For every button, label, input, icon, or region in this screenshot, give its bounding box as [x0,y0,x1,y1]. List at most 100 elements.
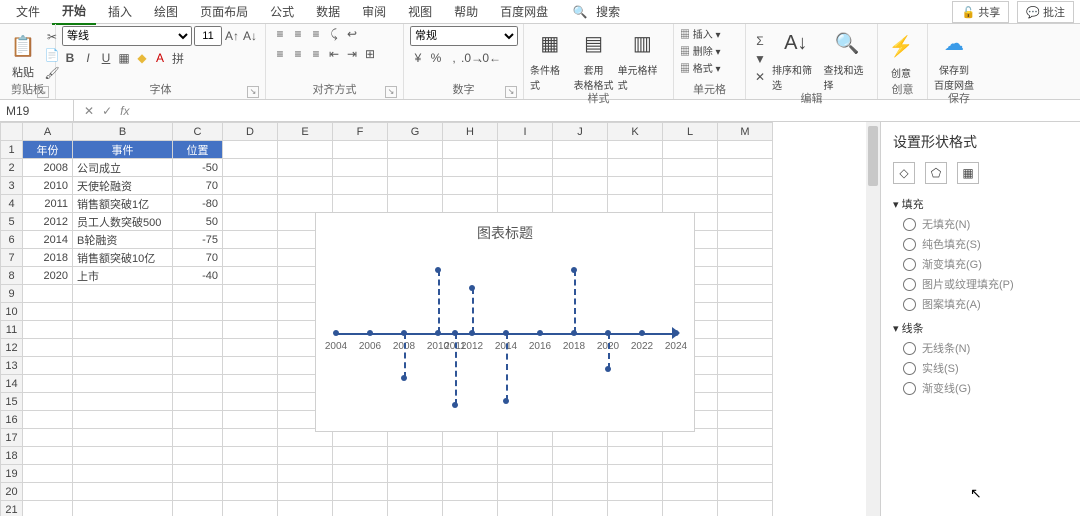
save-baidu-button[interactable]: ☁保存到 百度网盘 [934,26,974,92]
col-header-D[interactable]: D [223,123,278,141]
cell-J20[interactable] [553,483,608,501]
fill-option-4[interactable]: 图案填充(A) [903,296,1068,312]
cell-M4[interactable] [718,195,773,213]
cell-K4[interactable] [608,195,663,213]
comma-icon[interactable]: , [446,50,462,66]
cell-M3[interactable] [718,177,773,195]
cell-I4[interactable] [498,195,553,213]
cell-B21[interactable] [73,501,173,516]
cell-J4[interactable] [553,195,608,213]
worksheet[interactable]: ABCDEFGHIJKLM1年份事件位置22008公司成立-5032010天使轮… [0,122,880,516]
cell-B10[interactable] [73,303,173,321]
cell-C14[interactable] [173,375,223,393]
row-header-8[interactable]: 8 [1,267,23,285]
pane-tab-effects-icon[interactable]: ⬠ [925,162,947,184]
cell-H18[interactable] [443,447,498,465]
cell-M8[interactable] [718,267,773,285]
search-label[interactable]: 搜索 [590,0,626,24]
align-middle-icon[interactable]: ≡ [290,26,306,42]
cell-A11[interactable] [23,321,73,339]
row-header-11[interactable]: 11 [1,321,23,339]
cell-B4[interactable]: 销售额突破1亿 [73,195,173,213]
select-all-button[interactable] [1,123,23,141]
name-box[interactable]: M19 [0,100,74,121]
col-header-G[interactable]: G [388,123,443,141]
row-header-17[interactable]: 17 [1,429,23,447]
decrease-decimal-icon[interactable]: .0← [482,50,498,66]
cell-F20[interactable] [333,483,388,501]
share-button[interactable]: 🔓 共享 [952,1,1009,23]
cell-C2[interactable]: -50 [173,159,223,177]
cell-C1[interactable]: 位置 [173,141,223,159]
cell-B19[interactable] [73,465,173,483]
cell-B15[interactable] [73,393,173,411]
cell-G4[interactable] [388,195,443,213]
cell-M16[interactable] [718,411,773,429]
cell-D16[interactable] [223,411,278,429]
cell-L21[interactable] [663,501,718,516]
cell-D1[interactable] [223,141,278,159]
col-header-J[interactable]: J [553,123,608,141]
cell-C15[interactable] [173,393,223,411]
cell-A21[interactable] [23,501,73,516]
cell-J1[interactable] [553,141,608,159]
cell-F1[interactable] [333,141,388,159]
cell-I20[interactable] [498,483,553,501]
cell-C13[interactable] [173,357,223,375]
cell-E2[interactable] [278,159,333,177]
align-left-icon[interactable]: ≡ [272,46,288,62]
fill-color-icon[interactable]: ◆ [134,50,150,66]
font-name-select[interactable]: 等线 [62,26,192,46]
cell-M12[interactable] [718,339,773,357]
cell-A19[interactable] [23,465,73,483]
sort-filter-button[interactable]: A↓排序和筛选 [772,26,820,92]
chart-stem[interactable] [472,288,474,333]
cell-C11[interactable] [173,321,223,339]
row-header-3[interactable]: 3 [1,177,23,195]
cell-G1[interactable] [388,141,443,159]
row-header-7[interactable]: 7 [1,249,23,267]
cell-M21[interactable] [718,501,773,516]
clear-icon[interactable]: ✕ [752,69,768,85]
cell-I3[interactable] [498,177,553,195]
vertical-scrollbar[interactable] [866,122,880,516]
tab-data[interactable]: 数据 [306,0,350,24]
cell-L1[interactable] [663,141,718,159]
currency-icon[interactable]: ¥ [410,50,426,66]
fill-option-3[interactable]: 图片或纹理填充(P) [903,276,1068,292]
fill-option-1[interactable]: 纯色填充(S) [903,236,1068,252]
line-section-toggle[interactable]: ▾ 线条 [893,320,1068,336]
cell-H19[interactable] [443,465,498,483]
cell-B20[interactable] [73,483,173,501]
cell-M2[interactable] [718,159,773,177]
col-header-I[interactable]: I [498,123,553,141]
cell-C10[interactable] [173,303,223,321]
tab-draw[interactable]: 绘图 [144,0,188,24]
cell-H20[interactable] [443,483,498,501]
cell-K2[interactable] [608,159,663,177]
cell-C3[interactable]: 70 [173,177,223,195]
cell-M10[interactable] [718,303,773,321]
cell-G20[interactable] [388,483,443,501]
increase-decimal-icon[interactable]: .0→ [464,50,480,66]
pane-tab-fill-icon[interactable]: ◇ [893,162,915,184]
phonetic-icon[interactable]: 拼 [170,50,186,66]
decrease-font-icon[interactable]: A↓ [242,28,258,44]
cell-D7[interactable] [223,249,278,267]
row-header-5[interactable]: 5 [1,213,23,231]
col-header-C[interactable]: C [173,123,223,141]
cell-C5[interactable]: 50 [173,213,223,231]
format-cells-button[interactable]: ▦ 格式 ▾ [680,60,721,75]
row-header-14[interactable]: 14 [1,375,23,393]
cell-M9[interactable] [718,285,773,303]
cell-C12[interactable] [173,339,223,357]
table-format-button[interactable]: ▤套用 表格格式 [574,26,614,92]
cell-A7[interactable]: 2018 [23,249,73,267]
cell-G2[interactable] [388,159,443,177]
cell-A4[interactable]: 2011 [23,195,73,213]
cell-L18[interactable] [663,447,718,465]
cell-D8[interactable] [223,267,278,285]
cell-A1[interactable]: 年份 [23,141,73,159]
cell-A10[interactable] [23,303,73,321]
cell-J19[interactable] [553,465,608,483]
